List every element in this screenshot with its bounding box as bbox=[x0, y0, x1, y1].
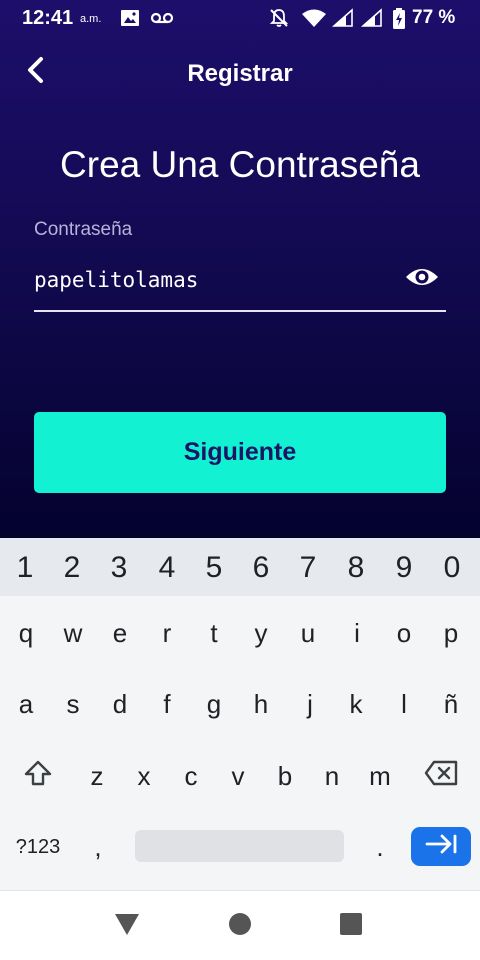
password-label: Contraseña bbox=[34, 219, 133, 240]
key-z[interactable]: z bbox=[74, 751, 120, 801]
enter-key[interactable] bbox=[411, 827, 471, 866]
page-title: Crea Una Contraseña bbox=[60, 144, 420, 185]
key-1[interactable]: 1 bbox=[2, 546, 48, 590]
navigation-bar bbox=[0, 890, 480, 960]
key-k[interactable]: k bbox=[333, 679, 379, 729]
signal-icon bbox=[331, 8, 354, 33]
key-h[interactable]: h bbox=[238, 679, 284, 729]
notifications-off-icon bbox=[269, 8, 289, 33]
key-ñ[interactable]: ñ bbox=[428, 679, 474, 729]
spacebar[interactable] bbox=[135, 830, 344, 862]
key-7[interactable]: 7 bbox=[285, 546, 331, 590]
key-4[interactable]: 4 bbox=[144, 546, 190, 590]
key-p[interactable]: p bbox=[428, 608, 474, 658]
back-triangle-icon bbox=[114, 912, 140, 941]
battery-percentage: 77 % bbox=[412, 7, 456, 28]
key-x[interactable]: x bbox=[121, 751, 167, 801]
password-field[interactable] bbox=[34, 262, 394, 298]
wifi-icon bbox=[301, 8, 327, 33]
password-underline bbox=[34, 310, 446, 312]
status-time: 12:41 bbox=[22, 7, 74, 29]
key-t[interactable]: t bbox=[191, 608, 237, 658]
key-y[interactable]: y bbox=[238, 608, 284, 658]
key-o[interactable]: o bbox=[381, 608, 427, 658]
key-l[interactable]: l bbox=[381, 679, 427, 729]
key-c[interactable]: c bbox=[168, 751, 214, 801]
key-j[interactable]: j bbox=[287, 679, 333, 729]
key-2[interactable]: 2 bbox=[49, 546, 95, 590]
key-q[interactable]: q bbox=[3, 608, 49, 658]
signal-icon bbox=[360, 8, 383, 33]
key-a[interactable]: a bbox=[3, 679, 49, 729]
key-9[interactable]: 9 bbox=[381, 546, 427, 590]
symbols-key[interactable]: ?123 bbox=[4, 827, 72, 867]
key-v[interactable]: v bbox=[215, 751, 261, 801]
key-8[interactable]: 8 bbox=[333, 546, 379, 590]
key-i[interactable]: i bbox=[334, 608, 380, 658]
backspace-icon bbox=[424, 760, 458, 793]
shift-key[interactable] bbox=[14, 751, 62, 801]
battery-charging-icon bbox=[392, 8, 406, 35]
home-circle-icon bbox=[228, 912, 252, 941]
key-s[interactable]: s bbox=[50, 679, 96, 729]
key-n[interactable]: n bbox=[309, 751, 355, 801]
key-m[interactable]: m bbox=[357, 751, 403, 801]
key-f[interactable]: f bbox=[144, 679, 190, 729]
eye-icon bbox=[405, 266, 439, 293]
header-title: Registrar bbox=[187, 60, 293, 87]
tab-arrow-icon bbox=[424, 833, 458, 860]
key-b[interactable]: b bbox=[262, 751, 308, 801]
nav-home-button[interactable] bbox=[225, 911, 255, 941]
voicemail-icon bbox=[150, 8, 174, 33]
key-0[interactable]: 0 bbox=[429, 546, 475, 590]
status-ampm: a.m. bbox=[80, 13, 102, 25]
key-3[interactable]: 3 bbox=[96, 546, 142, 590]
shift-icon bbox=[23, 759, 53, 794]
number-row: 1 2 3 4 5 6 7 8 9 0 bbox=[0, 538, 480, 596]
image-icon bbox=[120, 8, 140, 33]
toggle-visibility-button[interactable] bbox=[404, 262, 440, 296]
status-bar: 12:41 a.m. 77 % bbox=[0, 0, 480, 36]
next-button[interactable]: Siguiente bbox=[34, 412, 446, 493]
key-u[interactable]: u bbox=[285, 608, 331, 658]
keyboard: 1 2 3 4 5 6 7 8 9 0 q w e r t y u i o p … bbox=[0, 538, 480, 890]
recents-square-icon bbox=[339, 912, 363, 941]
key-5[interactable]: 5 bbox=[191, 546, 237, 590]
registration-screen: 12:41 a.m. 77 % Registrar Crea Una Contr… bbox=[0, 0, 480, 538]
comma-key[interactable]: , bbox=[78, 827, 118, 867]
key-6[interactable]: 6 bbox=[238, 546, 284, 590]
key-d[interactable]: d bbox=[97, 679, 143, 729]
nav-recents-button[interactable] bbox=[336, 911, 366, 941]
key-g[interactable]: g bbox=[191, 679, 237, 729]
key-w[interactable]: w bbox=[50, 608, 96, 658]
key-r[interactable]: r bbox=[144, 608, 190, 658]
period-key[interactable]: . bbox=[362, 827, 398, 867]
backspace-key[interactable] bbox=[416, 751, 466, 801]
nav-back-button[interactable] bbox=[112, 911, 142, 941]
key-e[interactable]: e bbox=[97, 608, 143, 658]
